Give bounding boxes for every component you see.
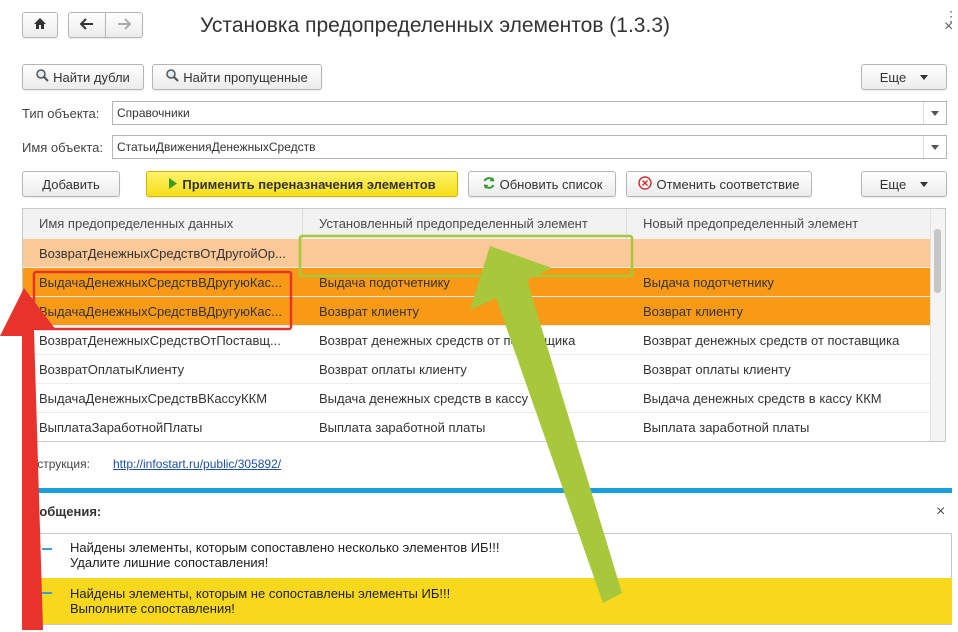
- cell-new: Возврат клиенту: [643, 304, 744, 319]
- cell-new: Возврат денежных средств от поставщика: [643, 333, 900, 348]
- table-row[interactable]: ВозвратДенежныхСредствОтДругойОр...: [23, 239, 931, 268]
- find-missing-label: Найти пропущенные: [183, 69, 308, 85]
- object-type-label: Тип объекта:: [22, 106, 100, 121]
- apply-reassignment-button[interactable]: Применить переназначения элементов: [146, 171, 458, 197]
- refresh-icon: [482, 176, 496, 193]
- object-name-value: СтатьиДвиженияДенежныхСредств: [117, 140, 316, 154]
- message-line1: Найдены элементы, которым не сопоставлен…: [70, 586, 451, 601]
- apply-label: Применить переназначения элементов: [182, 176, 436, 192]
- column-header-new[interactable]: Новый предопределенный элемент: [627, 209, 931, 239]
- cell-name: ВозвратДенежныхСредствОтПоставщ...: [39, 333, 281, 348]
- message-line1: Найдены элементы, которым сопоставлено н…: [70, 540, 500, 555]
- cell-installed: Выдача денежных средств в кассу ККМ: [319, 391, 558, 406]
- cell-installed: Выплата заработной платы: [319, 420, 486, 435]
- cell-installed: Возврат клиенту: [319, 304, 420, 319]
- object-name-label: Имя объекта:: [22, 140, 104, 155]
- more-menu-button-top[interactable]: Еще: [861, 64, 947, 90]
- back-button[interactable]: [68, 12, 106, 38]
- cell-new: Выплата заработной платы: [643, 420, 810, 435]
- refresh-list-button[interactable]: Обновить список: [468, 171, 616, 197]
- panel-divider: [22, 488, 952, 493]
- object-type-field[interactable]: Справочники: [112, 101, 947, 125]
- find-duplicates-button[interactable]: Найти дубли: [22, 64, 144, 90]
- cancel-match-button[interactable]: Отменить соответствие: [626, 171, 812, 197]
- table-row[interactable]: ВозвратОплатыКлиенту Возврат оплаты клие…: [23, 355, 931, 384]
- find-missing-button[interactable]: Найти пропущенные: [152, 64, 322, 90]
- find-duplicates-label: Найти дубли: [53, 69, 130, 85]
- play-icon: [168, 177, 178, 192]
- chevron-down-icon: [920, 181, 929, 187]
- add-label: Добавить: [42, 176, 100, 192]
- arrow-right-icon: [117, 17, 132, 33]
- arrow-left-icon: [79, 17, 94, 33]
- cell-name: ВозвратОплатыКлиенту: [39, 362, 185, 377]
- home-button[interactable]: [22, 12, 58, 38]
- dash-icon: [42, 548, 52, 550]
- messages-title: Сообщения:: [22, 504, 102, 519]
- column-header-name[interactable]: Имя предопределенных данных: [23, 209, 303, 239]
- close-icon[interactable]: ×: [944, 18, 953, 36]
- vertical-scrollbar[interactable]: [930, 209, 945, 441]
- message-line2: Выполните сопоставления!: [70, 601, 235, 616]
- window-title: Установка предопределенных элементов (1.…: [200, 14, 670, 37]
- message-line2: Удалите лишние сопоставления!: [70, 555, 269, 570]
- cell-new: [627, 239, 931, 268]
- table-row[interactable]: ВыдачаДенежныхСредствВДругуюКас... Выдач…: [23, 268, 931, 297]
- cell-name: ВозвратДенежныхСредствОтДругойОр...: [39, 246, 286, 261]
- add-button[interactable]: Добавить: [22, 171, 120, 197]
- column-header-installed[interactable]: Установленный предопределенный элемент: [303, 209, 627, 239]
- table-header: Имя предопределенных данных Установленны…: [23, 209, 931, 240]
- cell-name: ВыплатаЗаработнойПлаты: [39, 420, 203, 435]
- refresh-label: Обновить список: [499, 176, 603, 192]
- message-item-highlighted[interactable]: Найдены элементы, которым не сопоставлен…: [22, 578, 952, 624]
- dash-icon: [42, 592, 52, 594]
- cell-new: Возврат оплаты клиенту: [643, 362, 791, 377]
- cancel-match-label: Отменить соответствие: [656, 176, 800, 192]
- cell-installed: Возврат оплаты клиенту: [319, 362, 467, 377]
- message-item[interactable]: Найдены элементы, которым сопоставлено н…: [22, 540, 952, 570]
- cell-new: Выдача подотчетнику: [643, 275, 774, 290]
- cell-installed: Возврат денежных средств от поставщика: [319, 333, 576, 348]
- table-row[interactable]: ВозвратДенежныхСредствОтПоставщ... Возвр…: [23, 326, 931, 355]
- cell-name: ВыдачаДенежныхСредствВДругуюКас...: [39, 275, 282, 290]
- search-icon: [166, 69, 179, 85]
- table-row[interactable]: ВыдачаДенежныхСредствВДругуюКас... Возвр…: [23, 297, 931, 326]
- cell-new: Выдача денежных средств в кассу ККМ: [643, 391, 882, 406]
- instruction-link[interactable]: http://infostart.ru/public/305892/: [113, 457, 281, 471]
- cancel-icon: [638, 175, 653, 193]
- messages-close-icon[interactable]: ×: [936, 503, 945, 521]
- table-row[interactable]: ВыдачаДенежныхСредствВКассуККМ Выдача де…: [23, 384, 931, 413]
- cell-name: ВыдачаДенежныхСредствВКассуККМ: [39, 391, 268, 406]
- home-icon: [33, 17, 47, 33]
- cell-name: ВыдачаДенежныхСредствВДругуюКас...: [39, 304, 282, 319]
- table-row[interactable]: ВыплатаЗаработнойПлаты Выплата заработно…: [23, 413, 931, 441]
- predefined-elements-table[interactable]: Имя предопределенных данных Установленны…: [22, 208, 946, 442]
- more-menu-button-grid[interactable]: Еще: [861, 171, 947, 197]
- object-name-field[interactable]: СтатьиДвиженияДенежныхСредств: [112, 135, 947, 159]
- more-label: Еще: [879, 176, 907, 192]
- more-label: Еще: [879, 69, 907, 85]
- search-icon: [36, 69, 49, 85]
- object-type-value: Справочники: [117, 106, 190, 120]
- instruction-label: Инструкция:: [22, 457, 90, 471]
- dropdown-arrow-icon[interactable]: [923, 136, 946, 158]
- chevron-down-icon: [920, 74, 929, 80]
- cell-installed: [303, 239, 627, 268]
- scrollbar-thumb[interactable]: [934, 229, 941, 293]
- cell-installed: Выдача подотчетнику: [319, 275, 450, 290]
- forward-button[interactable]: [105, 12, 143, 38]
- dropdown-arrow-icon[interactable]: [923, 102, 946, 124]
